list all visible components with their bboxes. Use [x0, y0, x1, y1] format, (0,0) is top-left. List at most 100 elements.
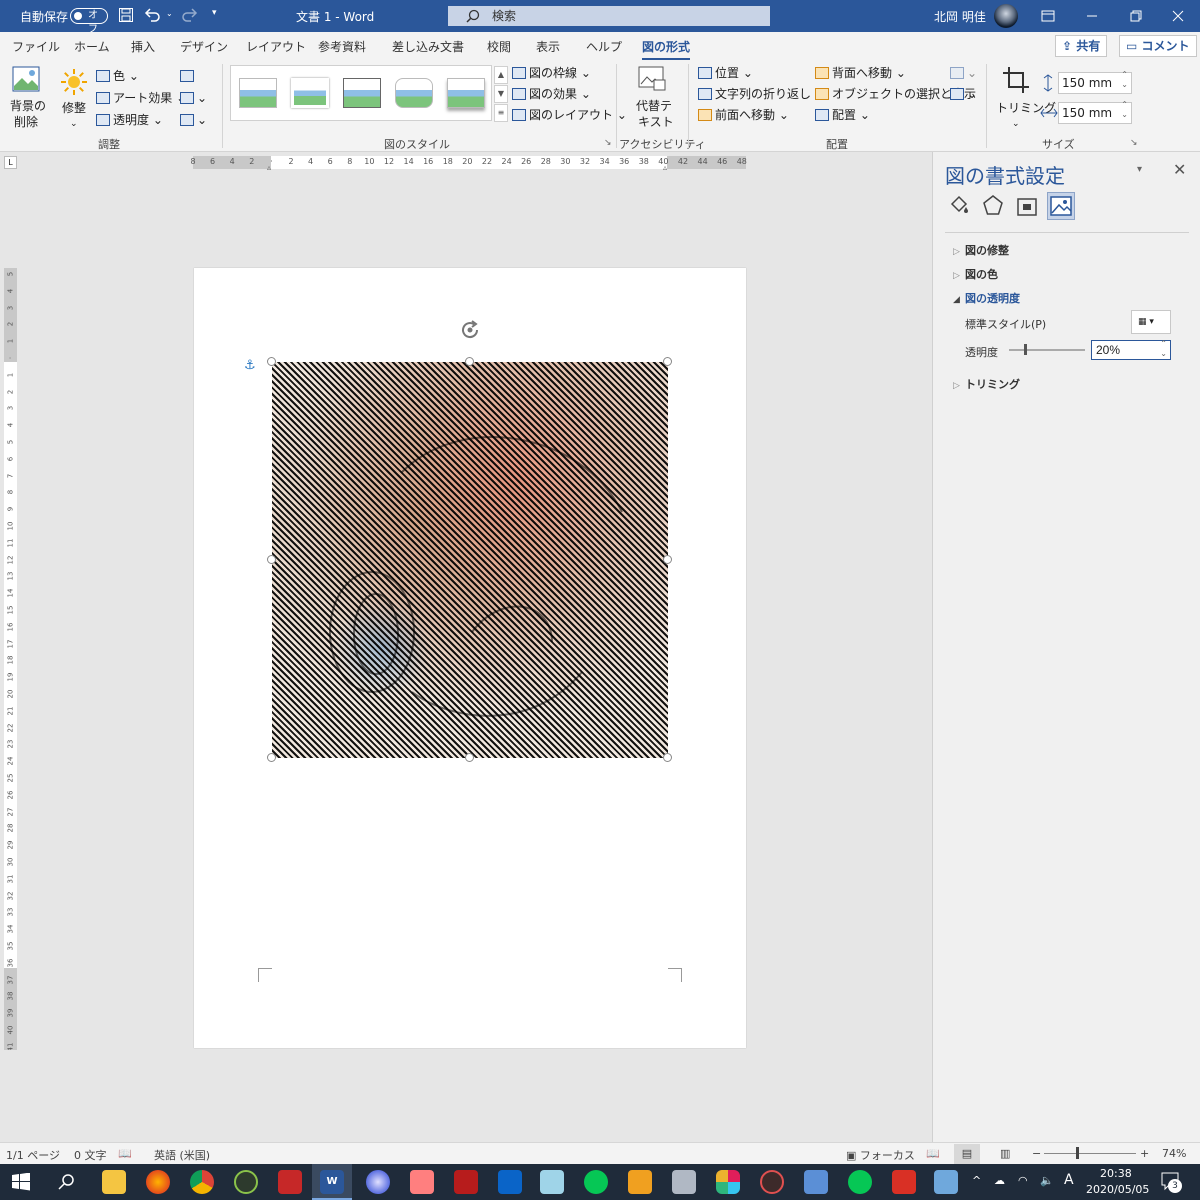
- picture-styles-gallery[interactable]: [230, 65, 492, 121]
- transparency-slider-track[interactable]: [1009, 344, 1085, 355]
- send-backward-button[interactable]: 背面へ移動 ⌄: [815, 65, 906, 81]
- picture-style-4[interactable]: [395, 78, 433, 108]
- gallery-more-icon[interactable]: ≡: [494, 104, 508, 122]
- picture-layout-button[interactable]: 図のレイアウト ⌄: [512, 107, 627, 123]
- resize-handle[interactable]: [267, 357, 276, 366]
- show-hidden-icons[interactable]: ^: [972, 1174, 981, 1187]
- change-picture-icon[interactable]: ⌄: [180, 90, 207, 106]
- resize-handle[interactable]: [465, 753, 474, 762]
- app-icon[interactable]: [234, 1170, 258, 1194]
- clock-date[interactable]: 2020/05/05: [1086, 1183, 1149, 1196]
- volume-icon[interactable]: 🔈: [1040, 1174, 1054, 1187]
- picture-border-button[interactable]: 図の枠線 ⌄: [512, 65, 591, 81]
- rotate-handle-icon[interactable]: [458, 318, 482, 345]
- styles-dialog-launcher-icon[interactable]: ↘: [604, 138, 612, 148]
- section-picture-transparency[interactable]: ◢ 図の透明度: [953, 290, 1020, 306]
- word-taskbar-button[interactable]: W: [312, 1164, 352, 1200]
- size-dialog-launcher-icon[interactable]: ↘: [1130, 138, 1138, 148]
- close-icon[interactable]: [1156, 0, 1200, 32]
- remove-background-button[interactable]: 背景の 削除: [6, 64, 46, 134]
- tab-home[interactable]: ホーム: [74, 38, 110, 55]
- restore-icon[interactable]: [1114, 0, 1158, 32]
- proofing-icon[interactable]: 📖: [118, 1147, 132, 1160]
- word-count[interactable]: 0 文字: [74, 1147, 107, 1163]
- rotate-icon[interactable]: ⌄: [950, 86, 977, 102]
- save-icon[interactable]: [118, 7, 134, 26]
- minimize-icon[interactable]: [1070, 0, 1114, 32]
- picture-style-1[interactable]: [239, 78, 277, 108]
- compress-pictures-icon[interactable]: [180, 68, 197, 84]
- group-objects-icon[interactable]: ⌄: [950, 65, 977, 81]
- color-button[interactable]: 色 ⌄: [96, 68, 139, 84]
- windows-start-icon[interactable]: [12, 1172, 30, 1194]
- picture-options-icon[interactable]: [1047, 192, 1075, 220]
- width-input[interactable]: 150 mm: [1058, 100, 1132, 124]
- anchor-icon[interactable]: ⚓: [244, 358, 256, 373]
- share-button[interactable]: ⇪ 共有: [1055, 35, 1108, 57]
- print-layout-icon[interactable]: ▤: [954, 1144, 980, 1164]
- tab-selector-icon[interactable]: L: [4, 156, 17, 169]
- undo-dropdown-icon[interactable]: ⌄: [166, 9, 173, 18]
- app-icon[interactable]: [628, 1170, 652, 1194]
- tab-design[interactable]: デザイン: [180, 38, 228, 55]
- file-explorer-icon[interactable]: [102, 1170, 126, 1194]
- position-button[interactable]: 位置 ⌄: [698, 65, 753, 81]
- preset-dropdown[interactable]: ▦ ▾: [1131, 310, 1171, 334]
- tab-file[interactable]: ファイル: [12, 38, 60, 55]
- align-button[interactable]: 配置 ⌄: [815, 107, 870, 123]
- app-icon[interactable]: [672, 1170, 696, 1194]
- picture-style-5[interactable]: [447, 78, 485, 108]
- line-icon[interactable]: [584, 1170, 608, 1194]
- wrap-text-button[interactable]: 文字列の折り返し ⌄: [698, 86, 825, 102]
- effects-pentagon-icon[interactable]: [981, 194, 1005, 221]
- slack-icon[interactable]: [716, 1170, 740, 1194]
- customize-toolbar-icon[interactable]: ▾: [212, 8, 217, 18]
- ribbon-display-options-icon[interactable]: [1026, 0, 1070, 32]
- undo-icon[interactable]: [144, 7, 162, 26]
- selected-picture[interactable]: [272, 362, 668, 758]
- layout-size-icon[interactable]: [1015, 194, 1039, 221]
- search-box[interactable]: 検索: [448, 6, 770, 26]
- clock-time[interactable]: 20:38: [1100, 1167, 1132, 1180]
- photos-icon[interactable]: [804, 1170, 828, 1194]
- crop-button[interactable]: トリミング ⌄: [994, 64, 1056, 132]
- horizontal-ruler[interactable]: 8 6 4 2 · 2 4 6 8 10 12 14 16 18 20 22 24 26 28 30 32 34 36 38 4…: [190, 156, 747, 172]
- gallery-down-icon[interactable]: ▼: [494, 85, 508, 103]
- bring-forward-button[interactable]: 前面へ移動 ⌄: [698, 107, 789, 123]
- redo-icon[interactable]: [180, 7, 198, 26]
- comments-button[interactable]: ▭ コメント: [1119, 35, 1197, 57]
- chrome-icon[interactable]: [190, 1170, 214, 1194]
- hpb-icon[interactable]: [410, 1170, 434, 1194]
- user-name[interactable]: 北岡 明佳: [934, 8, 986, 25]
- vertical-ruler[interactable]: 5 4 3 2 1 · 1 2 3 4 5 6 7 8 9 10 11 12 13 14 15 16 17 18 19 20 21 2…: [4, 268, 17, 1050]
- app-icon[interactable]: [278, 1170, 302, 1194]
- acrobat-icon[interactable]: [892, 1170, 916, 1194]
- zoom-out-icon[interactable]: −: [1032, 1147, 1041, 1160]
- right-indent-marker-icon[interactable]: ▵: [663, 163, 667, 172]
- zoom-slider-track[interactable]: [1044, 1153, 1136, 1154]
- tab-references[interactable]: 参考資料: [318, 38, 366, 55]
- corrections-button[interactable]: 修整 ⌄: [58, 64, 90, 134]
- transparency-input[interactable]: 20%: [1091, 339, 1171, 360]
- resize-handle[interactable]: [267, 753, 276, 762]
- resize-handle[interactable]: [663, 357, 672, 366]
- picture-effects-button[interactable]: 図の効果 ⌄: [512, 86, 591, 102]
- picture-style-3[interactable]: [343, 78, 381, 108]
- height-input[interactable]: 150 mm: [1058, 70, 1132, 94]
- outlook-icon[interactable]: [498, 1170, 522, 1194]
- pane-close-icon[interactable]: ✕: [1173, 160, 1186, 179]
- app-icon[interactable]: [934, 1170, 958, 1194]
- section-crop[interactable]: ▷ トリミング: [953, 376, 1020, 392]
- transparency-button[interactable]: 透明度 ⌄: [96, 112, 163, 128]
- line-icon[interactable]: [848, 1170, 872, 1194]
- app-icon[interactable]: [366, 1170, 390, 1194]
- tab-review[interactable]: 校閲: [487, 38, 511, 55]
- onedrive-icon[interactable]: ☁: [994, 1174, 1005, 1187]
- resize-handle[interactable]: [465, 357, 474, 366]
- zoom-level[interactable]: 74%: [1162, 1147, 1186, 1160]
- zoom-slider-thumb[interactable]: [1076, 1147, 1079, 1159]
- pane-options-icon[interactable]: ▾: [1137, 164, 1142, 175]
- autosave-toggle[interactable]: オフ: [70, 8, 108, 35]
- section-picture-color[interactable]: ▷ 図の色: [953, 266, 998, 282]
- page-count[interactable]: 1/1 ページ: [6, 1147, 60, 1163]
